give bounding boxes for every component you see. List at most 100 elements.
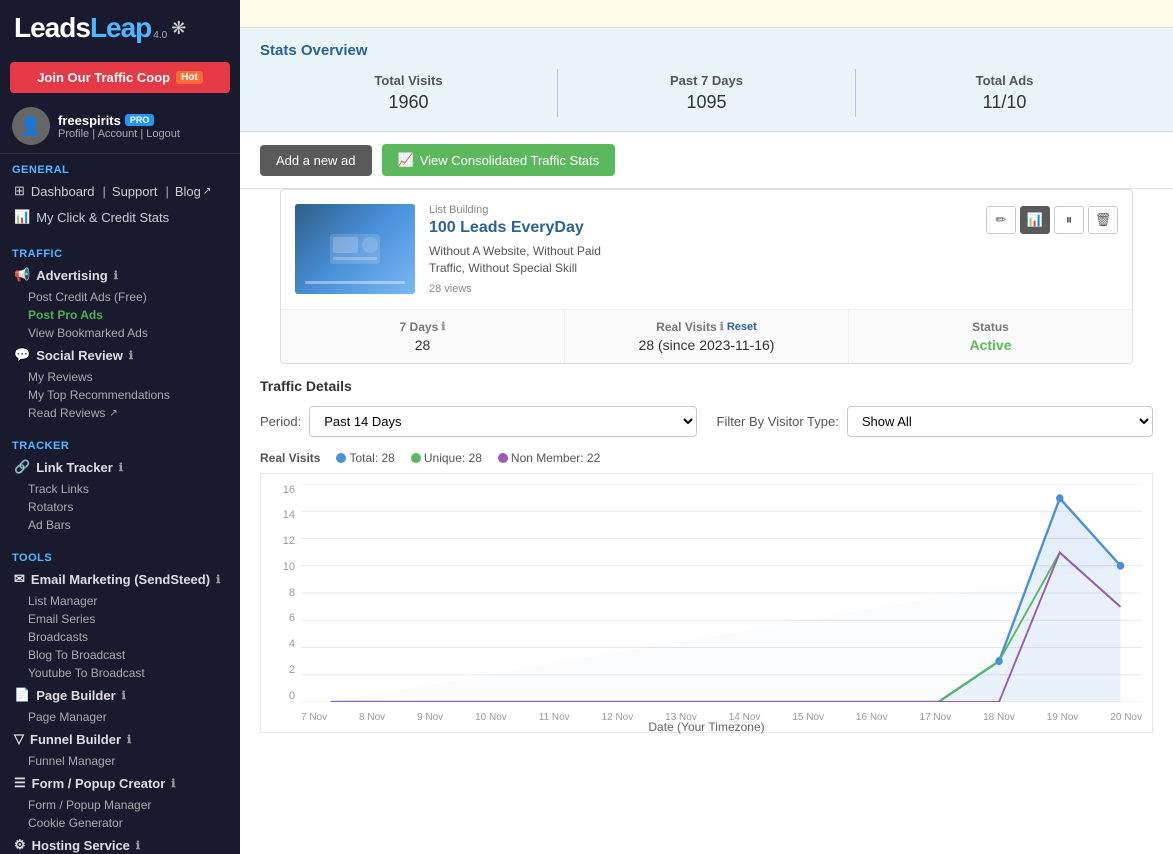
chart-y-axis: 1614121086420 [261,484,299,702]
sidebar-sub-broadcasts[interactable]: Broadcasts [0,628,240,646]
nonmember-dot [498,453,508,463]
visitor-type-select[interactable]: Show All Members Only Non Members Only [847,406,1153,437]
section-tracker: Tracker [0,434,240,454]
stats-ad-button[interactable]: 📊 [1020,206,1050,234]
ad-info: List Building 100 Leads EveryDay Without… [429,204,972,295]
info-icon-real: ℹ [720,320,724,333]
sidebar-sub-ad-bars[interactable]: Ad Bars [0,516,240,534]
sidebar-sub-page-manager[interactable]: Page Manager [0,708,240,726]
funnel-icon: ▽ [14,731,24,747]
reset-link[interactable]: Reset [727,321,757,333]
sidebar-item-click-stats[interactable]: 📊 My Click & Credit Stats [0,204,240,230]
ad-thumb-image [295,204,415,294]
coop-button[interactable]: Join Our Traffic Coop Hot [10,62,230,93]
chart-bar-icon: 📈 [398,152,414,168]
traffic-details-title: Traffic Details [260,378,1153,394]
legend-total: Total: 28 [336,451,394,465]
sidebar: LeadsLeap 4.0 ❋ Join Our Traffic Coop Ho… [0,0,240,854]
sidebar-sub-rotators[interactable]: Rotators [0,498,240,516]
sidebar-item-hosting[interactable]: ⚙ Hosting Service ℹ [0,832,240,854]
info-icon-email: ℹ [216,573,220,586]
unique-dot [411,453,421,463]
stat-total-ads: Total Ads 11/10 [856,69,1153,117]
period-filter: Period: Past 14 Days Past 7 Days Past 30… [260,406,697,437]
ad-actions: ✏ 📊 ⏸ 🗑 [986,204,1118,295]
ad-thumbnail [295,204,415,294]
sidebar-item-dashboard[interactable]: ⊞ Dashboard | Support | Blog ↗ [0,178,240,204]
sidebar-sub-list-manager[interactable]: List Manager [0,592,240,610]
sidebar-sub-my-reviews[interactable]: My Reviews [0,368,240,386]
pause-ad-button[interactable]: ⏸ [1054,206,1084,234]
external-icon: ↗ [203,186,211,197]
stats-row: Total Visits 1960 Past 7 Days 1095 Total… [260,69,1153,117]
sidebar-sub-post-credit[interactable]: Post Credit Ads (Free) [0,288,240,306]
stat-past-7-days: Past 7 Days 1095 [558,69,856,117]
account-link[interactable]: Account [98,128,138,140]
logo-version: 4.0 [153,30,167,41]
logo-icon: LeadsLeap [14,12,151,44]
traffic-section: Traffic Details Period: Past 14 Days Pas… [240,364,1173,747]
real-visits-legend-label: Real Visits [260,451,320,465]
dashboard-icon: ⊞ [14,183,25,199]
stat-status: Status Active [849,310,1132,363]
info-icon-page: ℹ [122,689,126,702]
sidebar-sub-track-links[interactable]: Track Links [0,480,240,498]
sidebar-item-blog[interactable]: Blog ↗ [175,184,211,199]
visitor-type-filter: Filter By Visitor Type: Show All Members… [717,406,1154,437]
hot-badge: Hot [176,71,203,84]
ad-stats-row: 7 Days ℹ 28 Real Visits ℹ Reset 28 (sinc… [281,309,1132,363]
sidebar-item-link-tracker[interactable]: 🔗 Link Tracker ℹ [0,454,240,480]
hosting-icon: ⚙ [14,837,26,853]
add-new-ad-button[interactable]: Add a new ad [260,145,372,176]
sidebar-sub-cookie-gen[interactable]: Cookie Generator [0,814,240,832]
sidebar-item-social-review[interactable]: 💬 Social Review ℹ [0,342,240,368]
top-bar [240,0,1173,28]
total-dot [336,453,346,463]
sidebar-sub-form-manager[interactable]: Form / Popup Manager [0,796,240,814]
sidebar-sub-bookmarked[interactable]: View Bookmarked Ads [0,324,240,342]
info-icon-7days: ℹ [441,320,445,333]
sidebar-item-support[interactable]: Support [112,184,158,199]
external-icon-reviews: ↗ [109,408,117,419]
info-icon-social: ℹ [129,349,133,362]
chart-container: 1614121086420 [260,473,1153,733]
profile-link[interactable]: Profile [58,128,89,140]
sidebar-sub-read-reviews[interactable]: Read Reviews ↗ [0,404,240,422]
sidebar-item-email-marketing[interactable]: ✉ Email Marketing (SendSteed) ℹ [0,566,240,592]
ad-title[interactable]: 100 Leads EveryDay [429,219,972,237]
delete-ad-button[interactable]: 🗑 [1088,206,1118,234]
ad-views: 28 views [429,283,972,295]
sidebar-item-funnel-builder[interactable]: ▽ Funnel Builder ℹ [0,726,240,752]
view-traffic-button[interactable]: 📈 View Consolidated Traffic Stats [382,144,616,176]
email-icon: ✉ [14,571,25,587]
sidebar-sub-youtube-broadcast[interactable]: Youtube To Broadcast [0,664,240,682]
info-icon-hosting: ℹ [136,839,140,852]
social-icon: 💬 [14,347,30,363]
info-icon-form: ℹ [171,777,175,790]
legend-unique: Unique: 28 [411,451,482,465]
period-select[interactable]: Past 14 Days Past 7 Days Past 30 Days Pa… [309,406,696,437]
sidebar-item-advertising[interactable]: 📢 Advertising ℹ [0,262,240,288]
sidebar-sub-email-series[interactable]: Email Series [0,610,240,628]
visitor-type-label: Filter By Visitor Type: [717,414,839,429]
sidebar-sub-post-pro[interactable]: Post Pro Ads [0,306,240,324]
status-value: Active [849,337,1132,353]
sidebar-sub-blog-broadcast[interactable]: Blog To Broadcast [0,646,240,664]
avatar: 👤 [12,107,50,145]
stat-7days: 7 Days ℹ 28 [281,310,565,363]
edit-ad-button[interactable]: ✏ [986,206,1016,234]
sidebar-item-form-creator[interactable]: ☰ Form / Popup Creator ℹ [0,770,240,796]
page-icon: 📄 [14,687,30,703]
sidebar-item-page-builder[interactable]: 📄 Page Builder ℹ [0,682,240,708]
logout-link[interactable]: Logout [146,128,180,140]
advertising-icon: 📢 [14,267,30,283]
sidebar-sub-top-rec[interactable]: My Top Recommendations [0,386,240,404]
username: freespirits [58,113,121,128]
chart-legend: Real Visits Total: 28 Unique: 28 Non Mem… [260,451,1153,465]
user-links: Profile | Account | Logout [58,128,228,140]
section-general: General [0,158,240,178]
sidebar-sub-funnel-manager[interactable]: Funnel Manager [0,752,240,770]
chart-svg [301,484,1142,702]
period-label: Period: [260,414,301,429]
legend-nonmember: Non Member: 22 [498,451,600,465]
